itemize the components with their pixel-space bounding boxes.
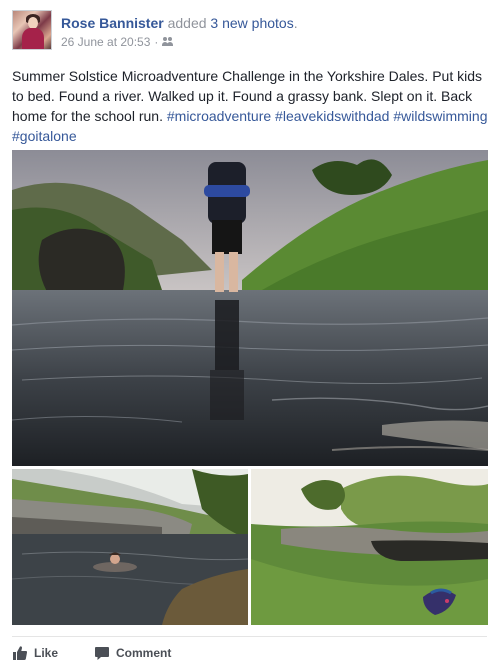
photo-bivvy-on-grassy-bank[interactable] [251,469,488,625]
action-suffix: . [293,15,298,31]
hashtag-microadventure[interactable]: #microadventure [167,108,271,124]
thumbs-up-icon [13,646,28,660]
author-name[interactable]: Rose Bannister [61,15,164,31]
facebook-post: Rose Bannister added 3 new photos. 26 Ju… [0,0,499,667]
comment-button[interactable]: Comment [94,645,171,661]
post-text: Summer Solstice Microadventure Challenge… [12,66,490,146]
hashtag-leavekidswithdad[interactable]: #leavekidswithdad [275,108,389,124]
meta-separator: · [154,35,159,49]
hashtag-goitalone[interactable]: #goitalone [12,128,77,144]
friends-icon[interactable] [162,37,174,47]
photo-hiker-in-river[interactable] [12,150,488,466]
hashtag-wildswimming[interactable]: #wildswimming [393,108,487,124]
footer-divider [12,636,487,637]
post-meta: 26 June at 20:53 · [61,34,174,50]
photos-link[interactable]: 3 new photos [210,15,293,31]
action-prefix: added [167,15,207,31]
timestamp[interactable]: 26 June at 20:53 [61,34,150,50]
avatar[interactable] [12,10,52,50]
comment-label: Comment [116,646,172,660]
photo-wild-swimmer[interactable] [12,469,248,625]
like-label: Like [34,646,59,660]
comment-icon [95,647,110,660]
post-actions: Like Comment [12,641,487,665]
like-button[interactable]: Like [12,645,58,661]
post-header: Rose Bannister added 3 new photos. 26 Ju… [12,10,487,52]
author-line: Rose Bannister added 3 new photos. [61,14,298,32]
